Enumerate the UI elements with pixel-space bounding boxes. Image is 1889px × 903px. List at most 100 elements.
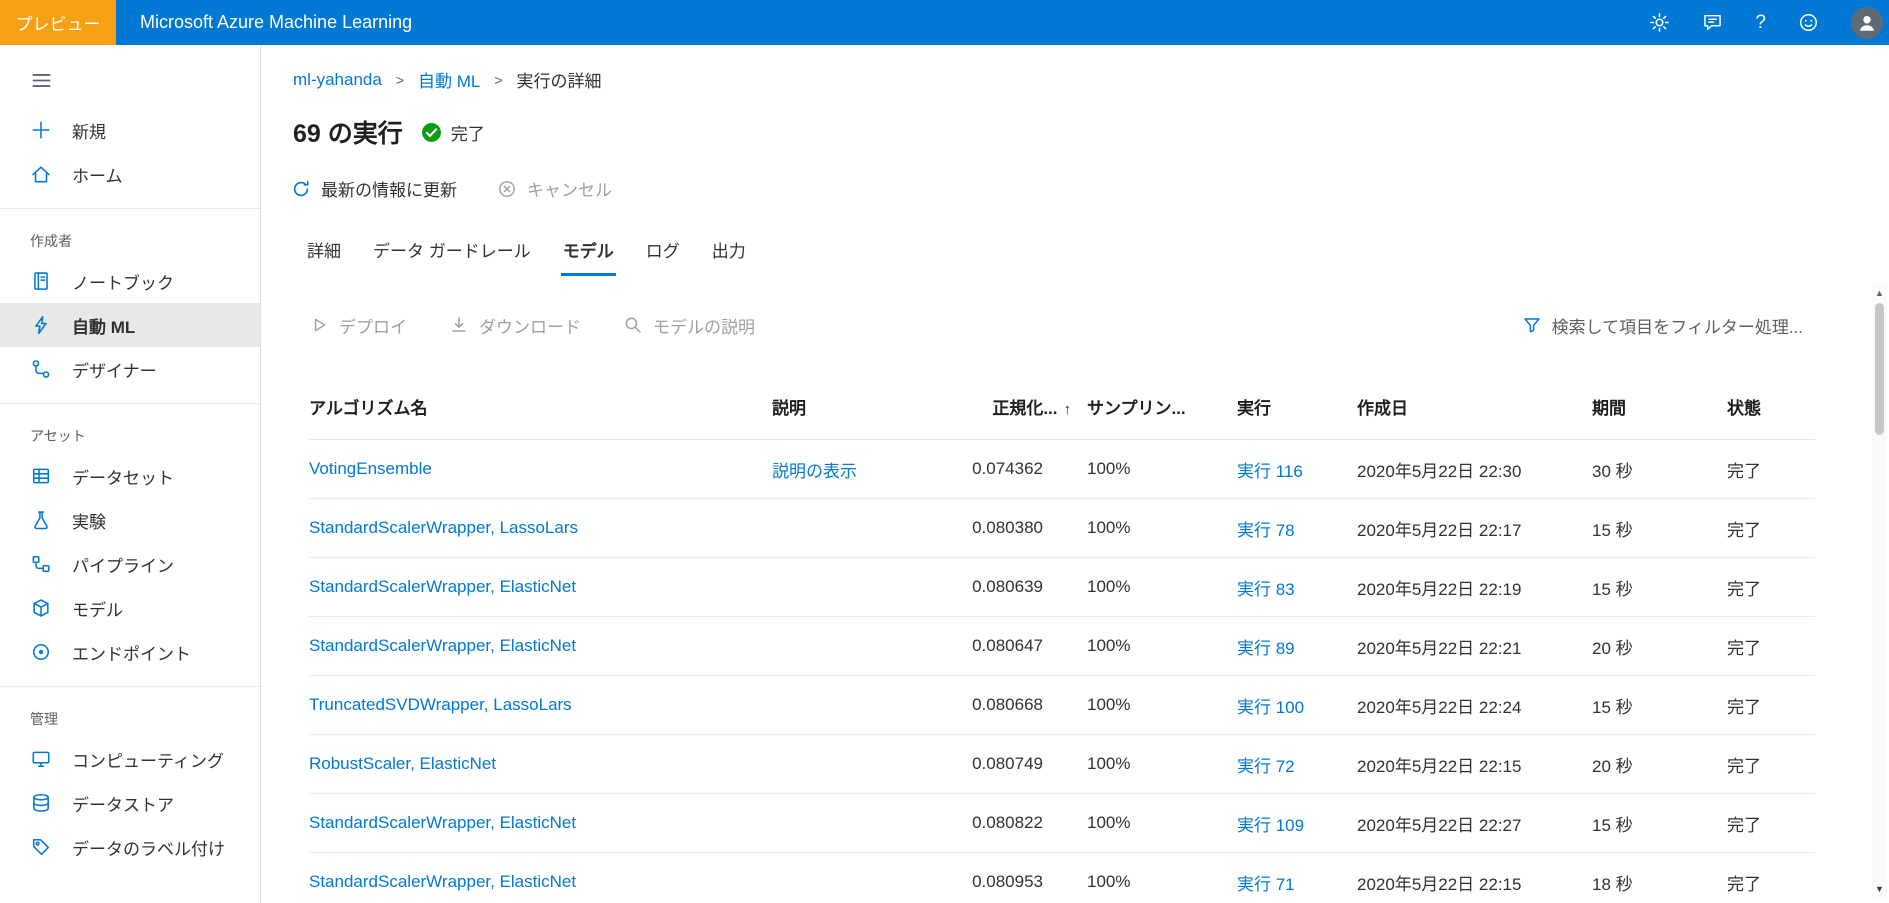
column-label: 実行 [1237,399,1271,418]
sidebar-item-notebooks[interactable]: ノートブック [0,259,260,303]
tab-logs[interactable]: ログ [630,227,696,276]
refresh-button[interactable]: 最新の情報に更新 [291,176,457,201]
feedback-icon[interactable] [1702,12,1723,33]
tab-output[interactable]: 出力 [696,227,762,276]
algorithm-link[interactable]: StandardScalerWrapper, LassoLars [309,518,578,537]
run-link[interactable]: 実行 72 [1237,757,1295,776]
cell-explanation: 説明の表示 [764,439,949,499]
run-link[interactable]: 実行 100 [1237,698,1304,717]
scroll-down-icon[interactable]: ▼ [1875,882,1884,899]
algorithm-link[interactable]: VotingEnsemble [309,459,432,478]
column-header-algorithm[interactable]: アルゴリズム名 [309,374,764,440]
algorithm-link[interactable]: TruncatedSVDWrapper, LassoLars [309,695,572,714]
sidebar-item-datasets[interactable]: データセット [0,454,260,498]
scrollbar-thumb[interactable] [1875,303,1884,435]
column-header-explanation[interactable]: 説明 [764,374,949,440]
sidebar-item-automl[interactable]: 自動 ML [0,303,260,347]
sidebar-item-experiments[interactable]: 実験 [0,498,260,542]
completed-check-icon [421,122,442,143]
column-header-status[interactable]: 状態 [1719,374,1815,440]
models-table: アルゴリズム名 説明 正規化... ↑ サンプリン... 実行 作成日 期間 状態 Voting… [309,374,1815,903]
sidebar-item-models[interactable]: モデル [0,586,260,630]
algorithm-link[interactable]: StandardScalerWrapper, ElasticNet [309,813,576,832]
run-link[interactable]: 実行 116 [1237,462,1303,481]
help-icon[interactable]: ? [1755,12,1766,34]
cell-duration: 30 秒 [1584,439,1719,499]
user-avatar[interactable] [1851,6,1883,39]
cell-run: 実行 109 [1229,793,1349,853]
scroll-up-icon[interactable]: ▲ [1875,283,1884,300]
breadcrumb-item[interactable]: ml-yahanda [293,70,382,90]
column-header-duration[interactable]: 期間 [1584,374,1719,440]
run-link[interactable]: 実行 71 [1237,875,1295,894]
column-header-metric[interactable]: 正規化... ↑ [949,374,1079,440]
cell-metric: 0.080822 [949,793,1079,853]
home-icon [30,163,52,185]
sidebar-item-data-labeling[interactable]: データのラベル付け [0,825,260,869]
column-label: 説明 [772,399,806,418]
sampling-value: 100% [1087,518,1131,537]
tab-data-guardrails[interactable]: データ ガードレール [357,227,547,276]
refresh-label: 最新の情報に更新 [321,181,457,200]
azure-ml-studio: { "colors": { "brand_blue": "#0078d4", "… [0,0,1889,903]
deploy-button[interactable]: デプロイ [309,313,407,338]
sidebar-item-compute[interactable]: コンピューティング [0,737,260,781]
run-link[interactable]: 実行 89 [1237,639,1295,658]
column-header-sampling[interactable]: サンプリン... [1079,374,1229,440]
run-link[interactable]: 実行 83 [1237,580,1295,599]
explain-model-button[interactable]: モデルの説明 [623,313,755,338]
metric-value: 0.080668 [972,695,1043,714]
algorithm-link[interactable]: StandardScalerWrapper, ElasticNet [309,577,576,596]
sidebar-item-home[interactable]: ホーム [0,152,260,196]
cell-algorithm: StandardScalerWrapper, ElasticNet [309,793,764,853]
menu-icon[interactable] [0,55,260,108]
vertical-scrollbar[interactable]: ▲ ▼ [1872,283,1887,899]
sidebar-item-datastores[interactable]: データストア [0,781,260,825]
cell-sampling: 100% [1079,793,1229,853]
filter-search[interactable]: 検索して項目をフィルター処理... [1522,313,1803,338]
column-header-run[interactable]: 実行 [1229,374,1349,440]
filter-placeholder: 検索して項目をフィルター処理... [1551,317,1803,337]
table-row: TruncatedSVDWrapper, LassoLars 0.080668 10… [309,675,1815,735]
sidebar-item-designer[interactable]: デザイナー [0,347,260,391]
sidebar-item-pipelines[interactable]: パイプライン [0,542,260,586]
settings-gear-icon[interactable] [1649,12,1670,33]
cell-explanation [764,734,949,794]
download-button[interactable]: ダウンロード [449,313,581,338]
cell-status: 完了 [1719,675,1815,735]
cancel-button[interactable]: キャンセル [497,176,612,201]
sidebar-item-new[interactable]: 新規 [0,108,260,152]
column-label: 状態 [1727,399,1761,418]
filter-icon [1522,315,1542,335]
tab-details[interactable]: 詳細 [291,227,357,276]
created-value: 2020年5月22日 22:24 [1357,697,1522,717]
explanation-link[interactable]: 説明の表示 [772,462,857,481]
explain-model-label: モデルの説明 [653,317,755,337]
plus-icon [30,119,52,141]
run-link[interactable]: 実行 78 [1237,521,1295,540]
cell-duration: 18 秒 [1584,852,1719,903]
run-link[interactable]: 実行 109 [1237,816,1304,835]
sidebar-item-endpoints[interactable]: エンドポイント [0,630,260,674]
deploy-icon [309,315,329,335]
cell-status: 完了 [1719,616,1815,676]
cell-duration: 20 秒 [1584,616,1719,676]
sidebar-divider [0,403,260,404]
status-value: 完了 [1727,579,1761,599]
cell-algorithm: VotingEnsemble [309,439,764,499]
command-bar: 最新の情報に更新 キャンセル [261,176,1889,201]
algorithm-link[interactable]: RobustScaler, ElasticNet [309,754,496,773]
column-header-created[interactable]: 作成日 [1349,374,1584,440]
tab-models[interactable]: モデル [547,227,630,276]
cell-algorithm: StandardScalerWrapper, ElasticNet [309,616,764,676]
smiley-icon[interactable] [1798,12,1819,33]
breadcrumb-item[interactable]: 自動 ML [418,67,480,92]
table-row: StandardScalerWrapper, LassoLars 0.080380… [309,498,1815,558]
algorithm-link[interactable]: StandardScalerWrapper, ElasticNet [309,872,576,891]
table-row: RobustScaler, ElasticNet 0.080749 100% 実行 7… [309,734,1815,794]
tab-bar: 詳細 データ ガードレール モデル ログ 出力 [261,227,1889,276]
sidebar-section-header: 管理 [30,711,58,727]
cell-run: 実行 100 [1229,675,1349,735]
breadcrumb-separator-icon: > [494,71,503,88]
algorithm-link[interactable]: StandardScalerWrapper, ElasticNet [309,636,576,655]
